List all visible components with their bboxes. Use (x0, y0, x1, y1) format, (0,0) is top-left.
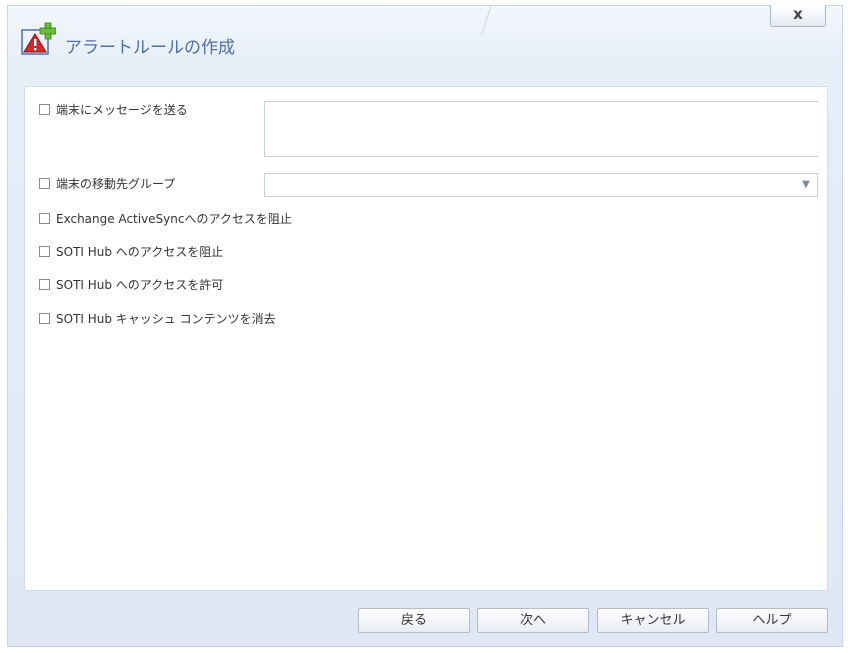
move-group-option[interactable]: 端末の移動先グループ (39, 175, 175, 192)
create-alert-rule-dialog: x アラートルールの作成 端末にメッセージを送る 端末の移動先グループ ▼ Ex… (7, 5, 843, 647)
move-group-label: 端末の移動先グループ (56, 177, 176, 191)
next-button[interactable]: 次へ (477, 608, 589, 633)
allow-hub-option[interactable]: SOTI Hub へのアクセスを許可 (39, 276, 223, 293)
block-hub-checkbox[interactable] (39, 246, 50, 257)
alert-add-icon (21, 22, 56, 55)
block-eas-checkbox[interactable] (39, 213, 50, 224)
dialog-header: アラートルールの作成 (20, 20, 480, 60)
clear-hub-cache-checkbox[interactable] (39, 313, 50, 324)
close-button[interactable]: x (770, 5, 826, 27)
chevron-down-icon[interactable]: ▼ (799, 179, 813, 191)
block-eas-option[interactable]: Exchange ActiveSyncへのアクセスを阻止 (39, 210, 292, 227)
message-textarea[interactable] (264, 101, 818, 157)
group-select[interactable]: ▼ (264, 173, 818, 197)
send-message-option[interactable]: 端末にメッセージを送る (39, 101, 188, 118)
back-button[interactable]: 戻る (358, 608, 470, 633)
block-hub-option[interactable]: SOTI Hub へのアクセスを阻止 (39, 243, 223, 260)
options-panel: 端末にメッセージを送る 端末の移動先グループ ▼ Exchange Active… (24, 86, 828, 591)
allow-hub-label: SOTI Hub へのアクセスを許可 (56, 278, 224, 292)
allow-hub-checkbox[interactable] (39, 279, 50, 290)
block-hub-label: SOTI Hub へのアクセスを阻止 (56, 245, 224, 259)
block-eas-label: Exchange ActiveSyncへのアクセスを阻止 (56, 212, 292, 226)
help-button[interactable]: ヘルプ (716, 608, 828, 633)
move-group-checkbox[interactable] (39, 178, 50, 189)
send-message-label: 端末にメッセージを送る (56, 103, 188, 117)
clear-hub-cache-label: SOTI Hub キャッシュ コンテンツを消去 (56, 312, 276, 326)
dialog-title: アラートルールの作成 (65, 38, 235, 58)
title-tab-divider (481, 6, 491, 36)
send-message-checkbox[interactable] (39, 104, 50, 115)
cancel-button[interactable]: キャンセル (597, 608, 709, 633)
clear-hub-cache-option[interactable]: SOTI Hub キャッシュ コンテンツを消去 (39, 310, 276, 327)
